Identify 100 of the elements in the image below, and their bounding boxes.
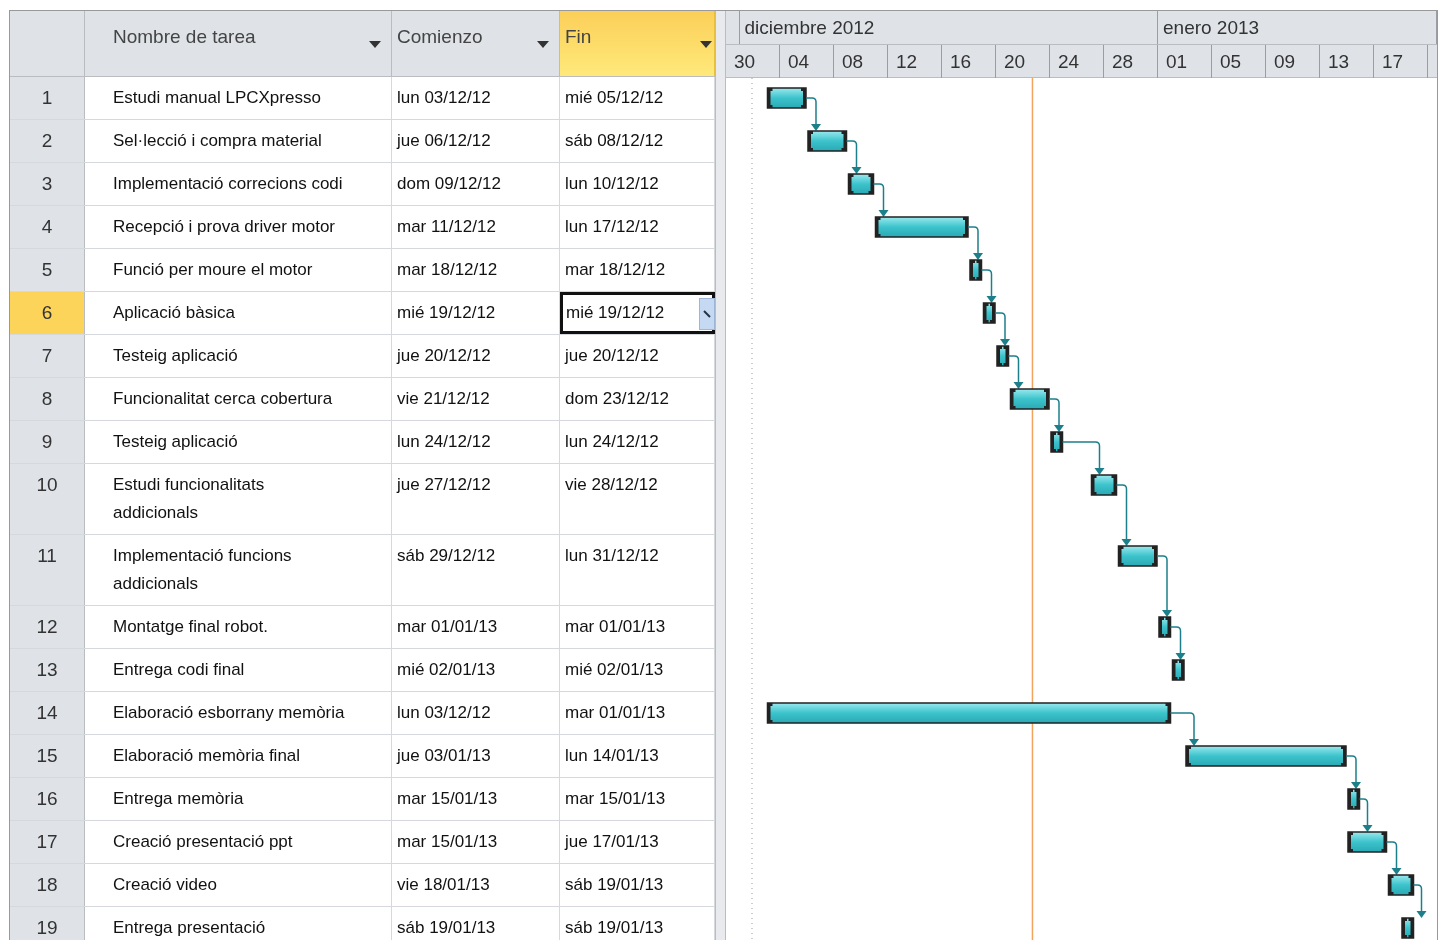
table-cell: Funció per moure el motor [85, 249, 392, 291]
table-cell: Implementació correcions codi [85, 163, 392, 205]
row-number[interactable]: 12 [10, 606, 85, 648]
table-cell: Estudi funcionalitats addicionals [85, 464, 392, 534]
row-number[interactable]: 5 [10, 249, 85, 291]
task-bar[interactable] [766, 702, 1172, 724]
table-cell: Entrega codi final [85, 649, 392, 691]
table-cell: Estudi manual LPCXpresso [85, 77, 392, 119]
task-bar[interactable] [1158, 616, 1172, 638]
task-bar[interactable] [1050, 431, 1064, 453]
task-bar[interactable] [982, 302, 996, 324]
day-label: 17 [1374, 45, 1428, 78]
task-bar[interactable] [969, 259, 983, 281]
dropdown-button[interactable] [699, 298, 715, 330]
table-cell: mié 19/12/12 [392, 292, 560, 334]
task-bar[interactable] [1401, 917, 1415, 939]
table-cell: mar 18/12/12 [392, 249, 560, 291]
task-bar[interactable] [1171, 659, 1185, 681]
dropdown-arrow-icon[interactable] [369, 41, 381, 49]
table-cell: vie 21/12/12 [392, 378, 560, 420]
day-label: 24 [1050, 45, 1104, 78]
dropdown-arrow-icon[interactable] [537, 41, 549, 49]
task-bar[interactable] [1117, 545, 1158, 567]
row-number[interactable]: 13 [10, 649, 85, 691]
row-number[interactable]: 6 [10, 292, 85, 334]
table-cell: mié 02/01/13 [392, 649, 560, 691]
row-number[interactable]: 16 [10, 778, 85, 820]
table-cell: jue 03/01/13 [392, 735, 560, 777]
table-cell: Creació presentació ppt [85, 821, 392, 863]
active-cell[interactable]: mié 19/12/12 [560, 292, 715, 334]
day-label: 13 [1320, 45, 1374, 78]
table-cell: Montatge final robot. [85, 606, 392, 648]
task-bar[interactable] [1347, 831, 1388, 853]
row-number[interactable]: 18 [10, 864, 85, 906]
month-label: diciembre 2012 [739, 11, 1158, 44]
table-cell: lun 03/12/12 [392, 77, 560, 119]
row-number[interactable]: 8 [10, 378, 85, 420]
table-cell: Sel·lecció i compra material [85, 120, 392, 162]
row-number[interactable]: 19 [10, 907, 85, 940]
table-cell: mar 15/01/13 [392, 821, 560, 863]
table-cell: Elaboració memòria final [85, 735, 392, 777]
task-bar[interactable] [1090, 474, 1118, 496]
row-number[interactable]: 14 [10, 692, 85, 734]
task-bar[interactable] [1009, 388, 1050, 410]
table-cell: Testeig aplicació [85, 335, 392, 377]
table-cell: sáb 19/01/13 [392, 907, 560, 940]
row-number[interactable]: 17 [10, 821, 85, 863]
column-header[interactable]: Comienzo [392, 11, 560, 76]
row-number[interactable]: 3 [10, 163, 85, 205]
table-cell: jue 27/12/12 [392, 464, 560, 534]
table-cell: mar 01/01/13 [392, 606, 560, 648]
day-label: 04 [780, 45, 834, 78]
table-cell: Creació video [85, 864, 392, 906]
day-label: 12 [888, 45, 942, 78]
day-label: 08 [834, 45, 888, 78]
row-number[interactable]: 11 [10, 535, 85, 605]
task-bar[interactable] [1185, 745, 1347, 767]
task-bar[interactable] [874, 216, 969, 238]
table-cell: mar 11/12/12 [392, 206, 560, 248]
table-cell: jue 06/12/12 [392, 120, 560, 162]
row-number[interactable]: 10 [10, 464, 85, 534]
caret-icon [703, 309, 711, 319]
column-header[interactable]: Nombre de tarea [85, 11, 392, 76]
task-bar[interactable] [807, 130, 848, 152]
task-bar[interactable] [847, 173, 875, 195]
table-cell: Funcionalitat cerca cobertura [85, 378, 392, 420]
table-cell: Elaboració esborrany memòria [85, 692, 392, 734]
dropdown-arrow-icon[interactable] [700, 41, 712, 49]
day-label: 01 [1158, 45, 1212, 78]
day-label: 28 [1104, 45, 1158, 78]
day-label: 05 [1212, 45, 1266, 78]
table-cell: Implementació funcions addicionals [85, 535, 392, 605]
row-number[interactable]: 2 [10, 120, 85, 162]
task-bar[interactable] [766, 87, 807, 109]
table-cell: sáb 29/12/12 [392, 535, 560, 605]
table-cell: Entrega memòria [85, 778, 392, 820]
day-label: 09 [1266, 45, 1320, 78]
row-number[interactable]: 7 [10, 335, 85, 377]
task-bar[interactable] [1387, 874, 1415, 896]
month-label: enero 2013 [1158, 11, 1437, 44]
table-cell: Recepció i prova driver motor [85, 206, 392, 248]
table-cell: lun 03/12/12 [392, 692, 560, 734]
row-number[interactable]: 15 [10, 735, 85, 777]
table-cell: dom 09/12/12 [392, 163, 560, 205]
task-bar[interactable] [1347, 788, 1361, 810]
table-cell: jue 20/12/12 [392, 335, 560, 377]
table-cell: Testeig aplicació [85, 421, 392, 463]
task-bar[interactable] [996, 345, 1010, 367]
day-label: 30 [726, 45, 780, 78]
table-cell: Entrega presentació [85, 907, 392, 940]
table-cell: lun 24/12/12 [392, 421, 560, 463]
day-label: 20 [996, 45, 1050, 78]
row-number[interactable]: 4 [10, 206, 85, 248]
row-number[interactable]: 9 [10, 421, 85, 463]
table-cell: vie 18/01/13 [392, 864, 560, 906]
row-number[interactable]: 1 [10, 77, 85, 119]
table-cell: mar 15/01/13 [392, 778, 560, 820]
table-cell: Aplicació bàsica [85, 292, 392, 334]
column-header[interactable]: Fin [560, 11, 715, 76]
day-label: 16 [942, 45, 996, 78]
